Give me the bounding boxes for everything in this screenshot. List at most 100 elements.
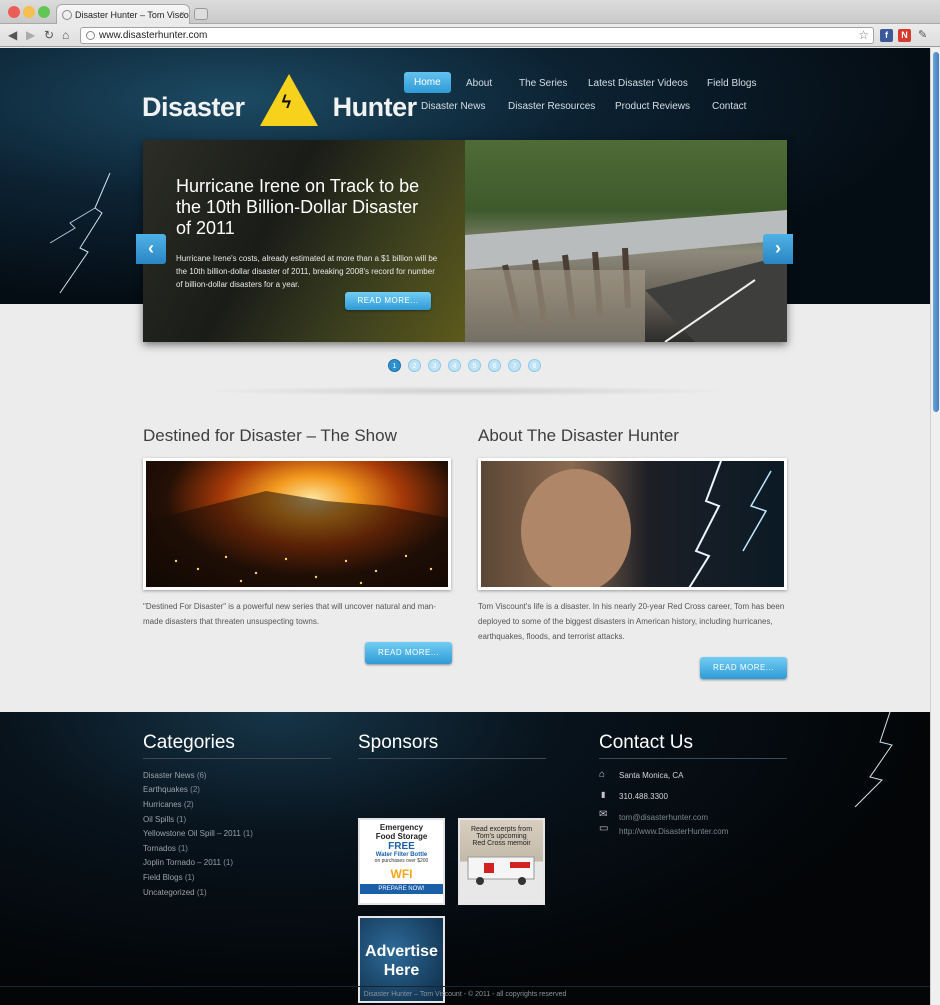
address-bar[interactable]: www.disasterhunter.com ☆	[80, 27, 874, 44]
site-footer: Categories Disaster News (6) Earthquakes…	[0, 712, 930, 1005]
wrench-icon[interactable]: ✎	[918, 28, 927, 42]
advertise-line2: Here	[383, 962, 420, 979]
tab-close-icon[interactable]: ×	[180, 9, 185, 19]
close-window-button[interactable]	[8, 6, 20, 18]
sponsor-memoir-ad[interactable]: Read excerpts from Tom's upcoming Red Cr…	[458, 818, 545, 905]
show-section-title[interactable]: Destined for Disaster – The Show	[143, 426, 397, 446]
about-section-title[interactable]: About The Disaster Hunter	[478, 426, 679, 446]
nav-disaster-resources[interactable]: Disaster Resources	[508, 101, 595, 112]
back-icon[interactable]: ◀	[8, 28, 17, 42]
ambulance-illustration	[467, 856, 535, 885]
warning-triangle-icon: ϟ	[259, 74, 318, 126]
category-field-blogs[interactable]: Field Blogs (1)	[143, 873, 195, 882]
wildfire-photo[interactable]	[143, 458, 451, 590]
reload-icon[interactable]: ↻	[44, 28, 54, 42]
minimize-window-button[interactable]	[23, 6, 35, 18]
page-icon	[86, 31, 95, 40]
site-logo[interactable]: Disaster ϟ Hunter	[142, 74, 417, 126]
facebook-extension-icon[interactable]: f	[880, 29, 893, 42]
category-uncategorized[interactable]: Uncategorized (1)	[143, 888, 207, 897]
category-yellowstone-oil-spill[interactable]: Yellowstone Oil Spill – 2011 (1)	[143, 829, 253, 838]
nav-home[interactable]: Home	[404, 72, 451, 93]
globe-icon	[62, 10, 72, 20]
show-description: "Destined For Disaster" is a powerful ne…	[143, 602, 436, 626]
slide-title[interactable]: Hurricane Irene on Track to be the 10th …	[176, 176, 436, 239]
logo-text-left: Disaster	[142, 92, 245, 122]
web-page: Disaster ϟ Hunter Home About The Series …	[0, 48, 930, 1005]
slide-image-left	[143, 140, 465, 342]
sponsor2-line2: Tom's upcoming	[476, 833, 527, 840]
city-lights-illustration	[146, 491, 448, 587]
nav-disaster-news[interactable]: Disaster News	[421, 101, 485, 112]
slider-page-2[interactable]: 2	[408, 359, 421, 372]
category-oil-spills[interactable]: Oil Spills (1)	[143, 815, 186, 824]
contact-phone: 310.488.3300	[619, 792, 668, 801]
home-icon[interactable]: ⌂	[62, 28, 69, 42]
slide-description: Hurricane Irene's costs, already estimat…	[176, 254, 438, 289]
slider-page-1[interactable]: 1	[388, 359, 401, 372]
section-divider	[200, 386, 730, 396]
new-tab-button[interactable]	[194, 8, 208, 20]
sponsor2-line3: Red Cross memoir	[472, 840, 531, 847]
contact-website[interactable]: http://www.DisasterHunter.com	[619, 827, 728, 836]
sponsors-title: Sponsors	[358, 732, 546, 759]
phone-icon: ▮	[601, 790, 606, 799]
nav-the-series[interactable]: The Series	[519, 78, 567, 89]
copyright-text: Disaster Hunter – Tom Viscount - © 2011 …	[0, 986, 930, 998]
category-joplin-tornado[interactable]: Joplin Tornado – 2011 (1)	[143, 858, 233, 867]
advertise-line1: Advertise	[365, 943, 438, 960]
forward-icon[interactable]: ▶	[26, 28, 35, 42]
contact-location: Santa Monica, CA	[619, 771, 684, 780]
category-earthquakes[interactable]: Earthquakes (2)	[143, 785, 200, 794]
sponsor1-brand: WFI	[390, 867, 413, 881]
lightning-decoration	[49, 172, 111, 294]
slider-page-4[interactable]: 4	[448, 359, 461, 372]
category-tornados[interactable]: Tornados (1)	[143, 844, 188, 853]
nav-latest-videos[interactable]: Latest Disaster Videos	[588, 78, 688, 89]
about-description: Tom Viscount's life is a disaster. In hi…	[478, 602, 785, 641]
nav-product-reviews[interactable]: Product Reviews	[615, 101, 690, 112]
slider-next-arrow[interactable]: ›	[763, 234, 793, 264]
featured-slider: Hurricane Irene on Track to be the 10th …	[143, 140, 787, 342]
page-scrollbar[interactable]	[930, 48, 940, 1005]
extension-icon[interactable]: N	[898, 29, 911, 42]
home-icon: ⌂	[599, 769, 606, 780]
category-disaster-news[interactable]: Disaster News (6)	[143, 771, 207, 780]
footer-lightning-decoration	[854, 712, 893, 807]
slider-page-5[interactable]: 5	[468, 359, 481, 372]
categories-title: Categories	[143, 732, 331, 759]
browser-tab[interactable]: Disaster Hunter – Tom Viscount ×	[56, 4, 190, 25]
slider-prev-arrow[interactable]: ‹	[136, 234, 166, 264]
tom-viscount-portrait[interactable]	[478, 458, 787, 590]
category-hurricanes[interactable]: Hurricanes (2)	[143, 800, 194, 809]
about-read-more-button[interactable]: READ MORE...	[700, 657, 787, 679]
browser-toolbar: ◀ ▶ ↻ ⌂ www.disasterhunter.com ☆ f N ✎	[0, 24, 940, 47]
browser-tab-strip: Disaster Hunter – Tom Viscount ×	[0, 0, 940, 25]
slider-page-6[interactable]: 6	[488, 359, 501, 372]
nav-field-blogs[interactable]: Field Blogs	[707, 78, 756, 89]
sponsor1-line5: on purchases over $200	[374, 858, 429, 864]
bookmark-star-icon[interactable]: ☆	[858, 28, 869, 42]
sponsor1-line1: Emergency	[379, 823, 424, 832]
nav-about[interactable]: About	[466, 78, 492, 89]
show-read-more-button[interactable]: READ MORE...	[365, 642, 452, 664]
sponsor-food-storage-ad[interactable]: Emergency Food Storage FREE Water Filter…	[358, 818, 445, 905]
nav-contact[interactable]: Contact	[712, 101, 746, 112]
contact-email[interactable]: tom@disasterhunter.com	[619, 813, 708, 822]
url-text: www.disasterhunter.com	[99, 30, 208, 41]
slider-page-7[interactable]: 7	[508, 359, 521, 372]
tab-title: Disaster Hunter – Tom Viscount	[75, 10, 190, 20]
mail-icon: ✉	[599, 809, 608, 820]
slide-read-more-button[interactable]: READ MORE...	[345, 292, 431, 310]
sponsor1-cta: PREPARE NOW!	[360, 884, 443, 894]
slider-page-8[interactable]: 8	[528, 359, 541, 372]
lightning-portrait-illustration	[521, 461, 772, 587]
contact-title: Contact Us	[599, 732, 787, 759]
lightning-bolt-icon: ϟ	[281, 92, 292, 112]
slider-page-3[interactable]: 3	[428, 359, 441, 372]
scrollbar-thumb[interactable]	[933, 52, 939, 412]
bridge-illustration	[465, 210, 787, 342]
sponsor1-free: FREE	[388, 841, 415, 852]
monitor-icon: ▭	[599, 823, 609, 834]
zoom-window-button[interactable]	[38, 6, 50, 18]
